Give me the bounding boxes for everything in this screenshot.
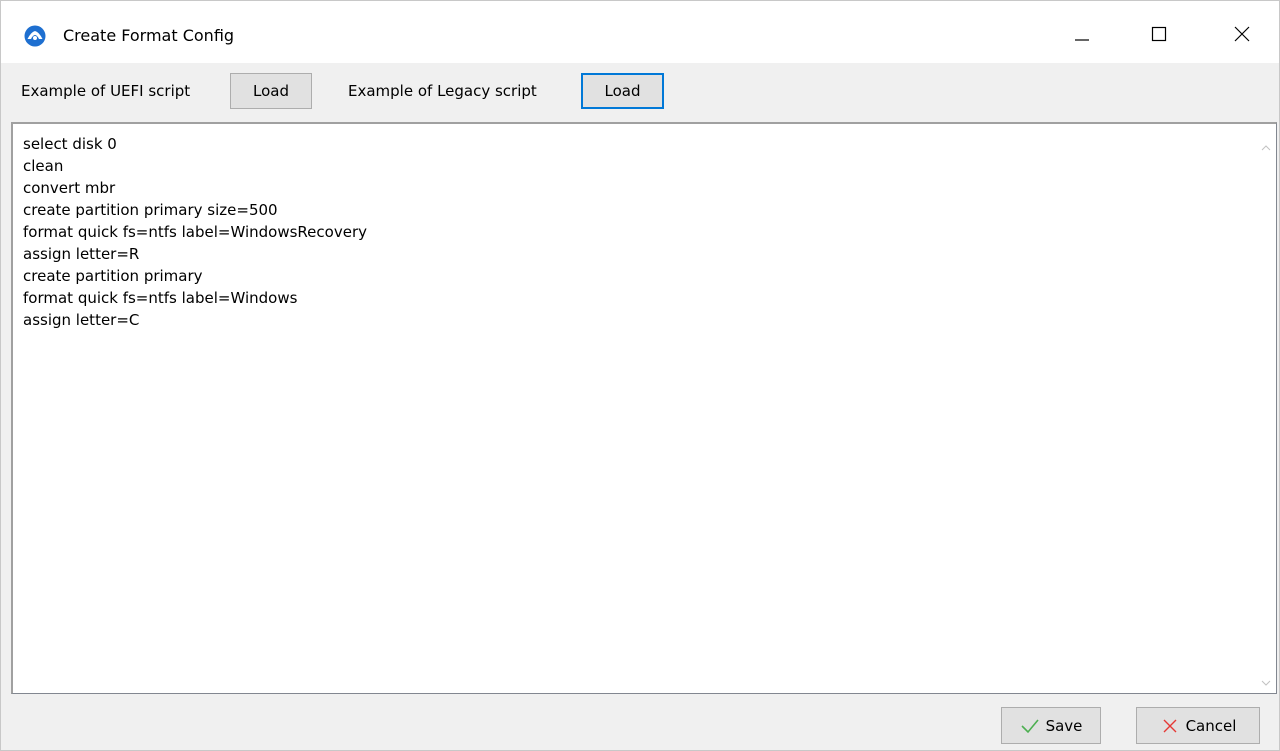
load-legacy-button[interactable]: Load: [581, 73, 664, 109]
close-icon: [1234, 26, 1250, 46]
cancel-label: Cancel: [1185, 716, 1237, 735]
close-button[interactable]: [1219, 14, 1265, 58]
minimize-icon: [1074, 26, 1090, 46]
load-uefi-button[interactable]: Load: [230, 73, 312, 109]
cancel-button[interactable]: Cancel: [1136, 707, 1260, 744]
legacy-example-label: Example of Legacy script: [348, 82, 537, 100]
checkmark-icon: [1020, 716, 1040, 736]
toolbar: Example of UEFI script Load Example of L…: [1, 63, 1279, 121]
title-bar: Create Format Config: [1, 1, 1279, 63]
maximize-button[interactable]: [1136, 14, 1182, 58]
maximize-icon: [1151, 26, 1167, 46]
x-icon: [1160, 716, 1180, 736]
scroll-down-arrow-icon[interactable]: [1261, 673, 1271, 686]
uefi-example-label: Example of UEFI script: [21, 82, 191, 100]
save-button[interactable]: Save: [1001, 707, 1101, 744]
vertical-scrollbar[interactable]: [1256, 124, 1276, 693]
script-text: select disk 0 clean convert mbr create p…: [23, 135, 367, 329]
window-title: Create Format Config: [63, 26, 235, 45]
script-textarea[interactable]: select disk 0 clean convert mbr create p…: [11, 122, 1277, 694]
save-label: Save: [1045, 716, 1083, 735]
scroll-up-arrow-icon[interactable]: [1261, 138, 1271, 151]
create-format-config-window: Create Format Config Example of UEFI scr…: [0, 0, 1280, 751]
app-logo-icon: [24, 25, 46, 47]
minimize-button[interactable]: [1059, 14, 1105, 58]
